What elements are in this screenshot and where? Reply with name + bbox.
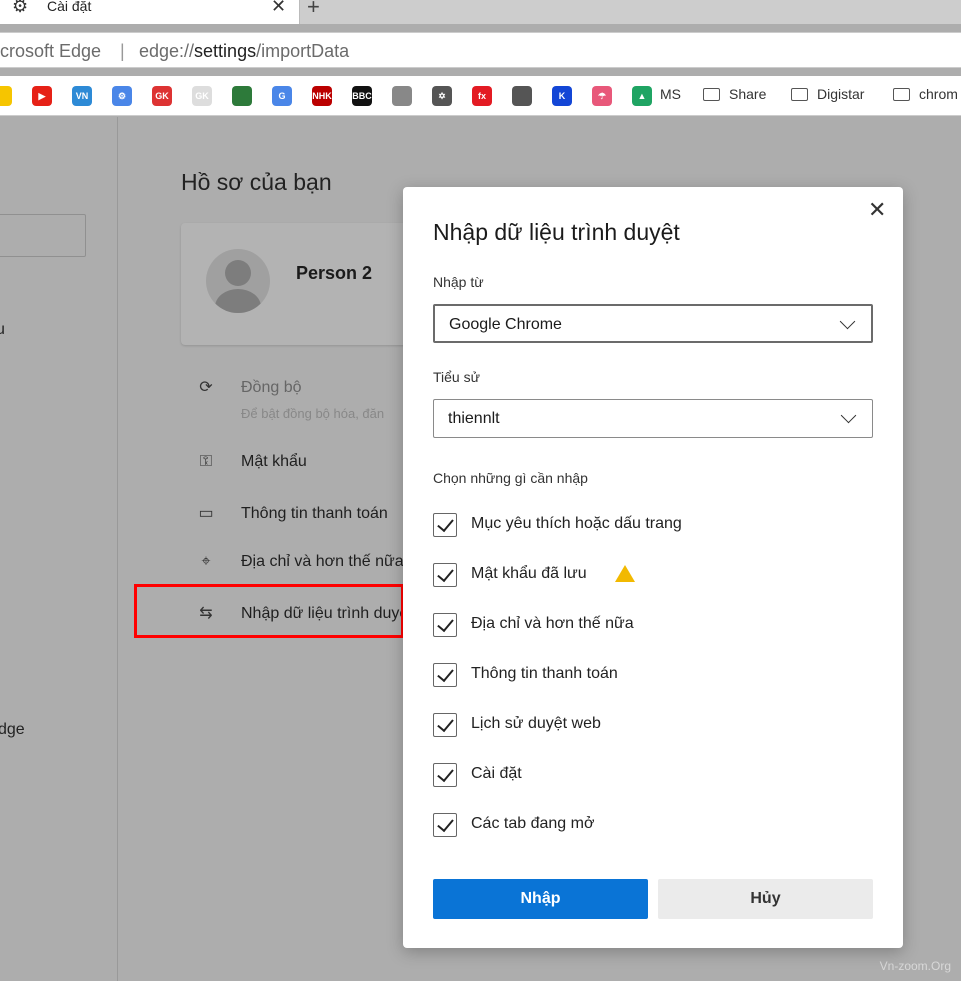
gk-icon[interactable]: GK xyxy=(192,86,212,106)
watermark: Vn-zoom.Org xyxy=(879,959,951,973)
import-button[interactable]: Nhập xyxy=(433,879,648,919)
menu-item-addresses[interactable]: ⌖ Địa chỉ và hơn thế nữa xyxy=(195,553,404,571)
checkbox-label: Các tab đang mở xyxy=(471,815,595,832)
checkbox-label: Thông tin thanh toán xyxy=(471,665,618,682)
k-icon[interactable]: K xyxy=(552,86,572,106)
nhk-icon[interactable]: NHK xyxy=(312,86,332,106)
checkbox[interactable] xyxy=(433,813,457,837)
bookmark-share[interactable]: Share xyxy=(703,86,766,102)
umbrella-icon[interactable]: ☂ xyxy=(592,86,612,106)
sidebar-partial-text[interactable]: u xyxy=(0,321,5,339)
url-path: /importData xyxy=(256,41,350,61)
page-title: Hồ sơ của bạn xyxy=(181,169,332,195)
checkbox-label: Cài đặt xyxy=(471,765,522,782)
profile-card: Person 2 xyxy=(181,223,441,345)
gear-icon: ⚙ xyxy=(12,0,29,16)
gk-red-icon[interactable]: GK xyxy=(152,86,172,106)
youtube-icon[interactable]: ▶ xyxy=(32,86,52,106)
menu-item-passwords[interactable]: ⚿ Mật khẩu xyxy=(195,453,307,471)
checkbox-label: Lịch sử duyệt web xyxy=(471,715,601,732)
sync-description: Để bật đồng bộ hóa, đăn xyxy=(241,406,385,421)
url-text[interactable]: edge://settings/importData xyxy=(139,41,349,62)
bookmark-label: Digistar xyxy=(817,86,865,102)
avatar xyxy=(206,249,270,313)
sync-icon: ⟳ xyxy=(199,379,213,396)
folder-icon xyxy=(703,88,720,101)
vnzoom-icon[interactable]: VN xyxy=(72,86,92,106)
checkbox[interactable] xyxy=(433,663,457,687)
profile-name: Person 2 xyxy=(296,263,373,283)
checkbox[interactable] xyxy=(433,513,457,537)
tab-settings[interactable]: ⚙ Cài đặt ✕ xyxy=(0,0,300,24)
item-label: Đồng bộ xyxy=(241,379,302,396)
import-from-label: Nhập từ xyxy=(433,274,484,290)
address-bar[interactable]: crosoft Edge | edge://settings/importDat… xyxy=(0,32,961,68)
yellow-icon[interactable] xyxy=(0,86,12,106)
tab-title: Cài đặt xyxy=(47,0,92,14)
choose-label: Chọn những gì cần nhập xyxy=(433,470,588,486)
item-label: Địa chỉ và hơn thế nữa xyxy=(241,553,404,570)
location-icon: ⌖ xyxy=(201,553,211,570)
bookmark-chrome[interactable]: chrom xyxy=(893,86,958,102)
bbc-icon[interactable]: BBC xyxy=(352,86,372,106)
sidebar-divider xyxy=(117,117,118,981)
address-separator: | xyxy=(120,41,125,61)
profile-label: Tiểu sử xyxy=(433,369,480,385)
checkbox[interactable] xyxy=(433,763,457,787)
menu-item-payment[interactable]: ▭ Thông tin thanh toán xyxy=(195,503,388,523)
chevron-down-icon xyxy=(839,313,856,330)
troll-icon[interactable] xyxy=(392,86,412,106)
chevron-down-icon xyxy=(840,407,857,424)
checkbox-label: Mục yêu thích hoặc dấu trang xyxy=(471,515,682,532)
bookmark-ms[interactable]: MS xyxy=(660,86,681,102)
select-value: Google Chrome xyxy=(449,316,562,333)
robot-icon[interactable] xyxy=(512,86,532,106)
new-tab-button[interactable]: + xyxy=(307,0,320,20)
bookmark-label: Share xyxy=(729,86,767,102)
site-name: crosoft Edge xyxy=(0,41,102,61)
folder-icon xyxy=(791,88,808,101)
google-drive-icon[interactable]: ▲ xyxy=(632,86,652,106)
sidebar-partial-text[interactable]: dge xyxy=(0,721,25,739)
fx-icon[interactable]: fx xyxy=(472,86,492,106)
import-from-select[interactable]: Google Chrome xyxy=(433,304,873,343)
cancel-button[interactable]: Hủy xyxy=(658,879,873,919)
menu-item-sync[interactable]: ⟳ Đồng bộ xyxy=(195,377,302,397)
profile-select[interactable]: thiennlt xyxy=(433,399,873,438)
settings-bm-icon[interactable]: ⚙ xyxy=(112,86,132,106)
item-label: Mật khẩu xyxy=(241,453,307,470)
leaf-icon[interactable] xyxy=(232,86,252,106)
key-icon: ⚿ xyxy=(199,453,213,470)
folder-icon xyxy=(893,88,910,101)
checkbox[interactable] xyxy=(433,713,457,737)
bookmark-label: chrom xyxy=(919,86,958,102)
highlight-box xyxy=(134,584,404,638)
bookmarks-bar: MS Share Digistar chrom ▶ VN ⚙ GK GK G NHK BBC ✡… xyxy=(0,76,961,116)
checkbox[interactable] xyxy=(433,613,457,637)
checkbox-label: Địa chỉ và hơn thế nữa xyxy=(471,615,634,632)
import-dialog: ✕ Nhập dữ liệu trình duyệt Nhập từ Googl… xyxy=(403,187,903,948)
url-prefix: edge:// xyxy=(139,41,195,61)
warning-icon xyxy=(615,565,635,582)
google-translate-icon[interactable]: G xyxy=(272,86,292,106)
dialog-title: Nhập dữ liệu trình duyệt xyxy=(433,219,680,245)
card-icon: ▭ xyxy=(198,505,214,522)
tab-strip: ⚙ Cài đặt ✕ + xyxy=(0,0,961,24)
close-icon[interactable]: ✕ xyxy=(868,197,886,223)
star-box-icon[interactable]: ✡ xyxy=(432,86,452,106)
select-value: thiennlt xyxy=(448,410,500,427)
close-tab-icon[interactable]: ✕ xyxy=(271,0,286,17)
url-host: settings xyxy=(194,41,257,61)
bookmark-digistar[interactable]: Digistar xyxy=(791,86,864,102)
settings-search-input[interactable] xyxy=(0,214,86,257)
checkbox-label: Mật khẩu đã lưu xyxy=(471,565,587,582)
item-label: Thông tin thanh toán xyxy=(241,505,388,522)
checkbox[interactable] xyxy=(433,563,457,587)
